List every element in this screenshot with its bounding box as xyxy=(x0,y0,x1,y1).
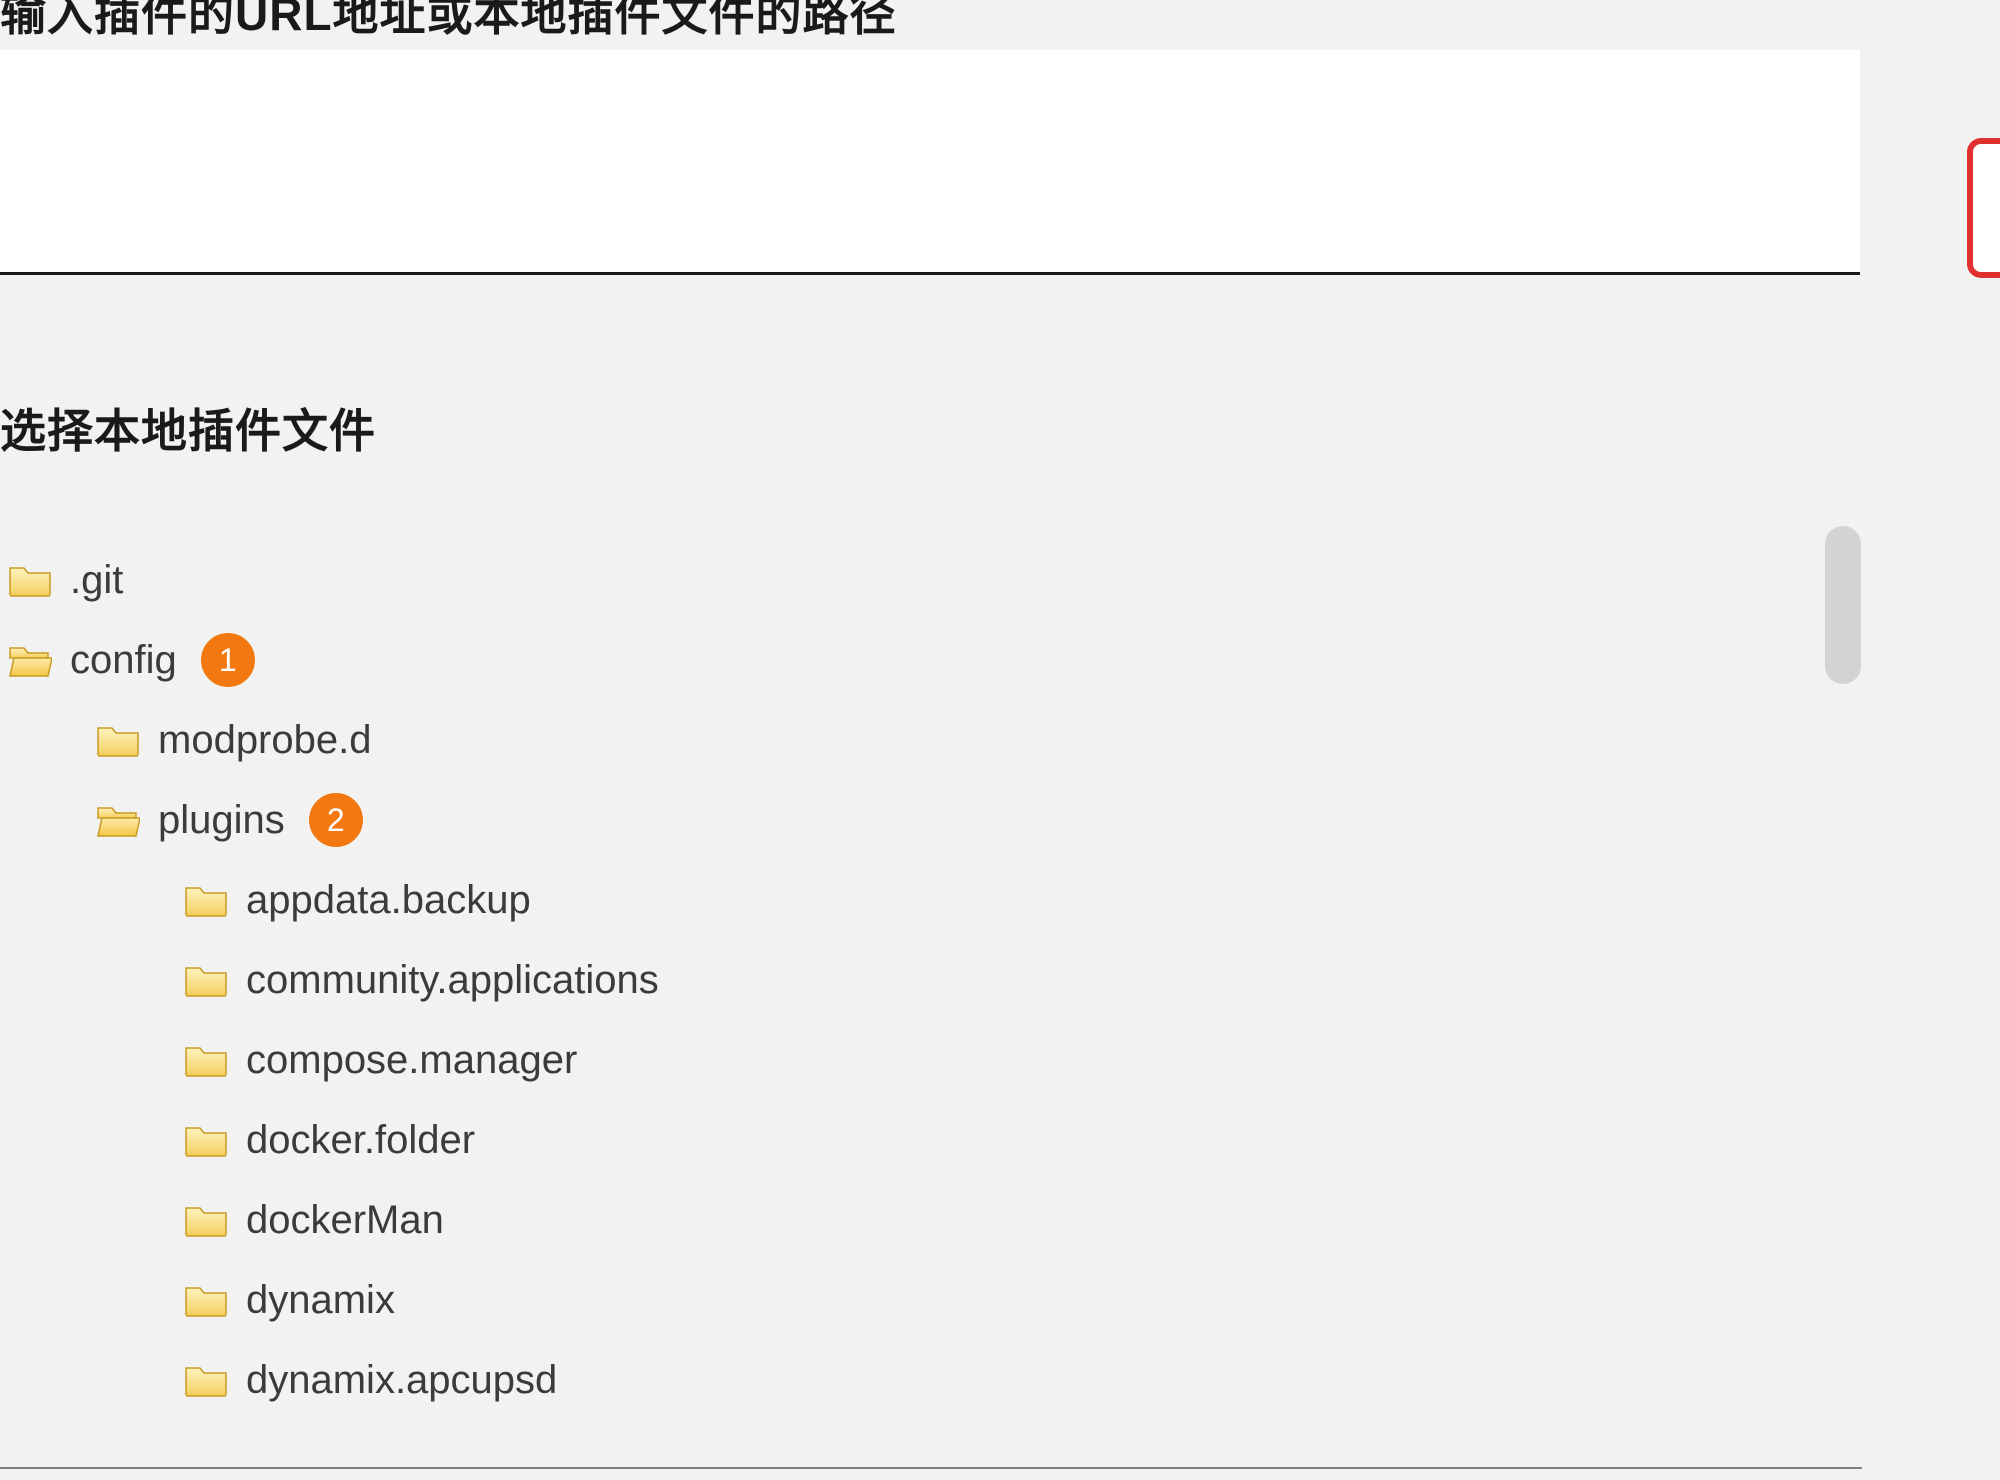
tree-item-community-applications[interactable]: community.applications xyxy=(8,940,1788,1020)
tree-item-label: config xyxy=(70,640,177,680)
annotation-badge-2: 2 xyxy=(309,793,363,847)
folder-closed-icon xyxy=(8,562,52,598)
tree-item-compose-manager[interactable]: compose.manager xyxy=(8,1020,1788,1100)
folder-closed-icon xyxy=(184,1202,228,1238)
tree-item-label: dockerMan xyxy=(246,1200,444,1240)
folder-closed-icon xyxy=(184,1122,228,1158)
tree-item-docker-folder[interactable]: docker.folder xyxy=(8,1100,1788,1180)
tree-item-label: plugins xyxy=(158,800,285,840)
folder-closed-icon xyxy=(184,1042,228,1078)
tree-item-modprobe-d[interactable]: modprobe.d xyxy=(8,700,1788,780)
tree-item-config[interactable]: config 1 xyxy=(8,620,1788,700)
file-tree: .git config 1 modprobe.d plugins 2 appdata.bac… xyxy=(8,540,1788,1420)
page-heading-url-prompt: 输入插件的URL地址或本地插件文件的路径 xyxy=(0,0,897,44)
tree-item-label: appdata.backup xyxy=(246,880,531,920)
tree-item-label: docker.folder xyxy=(246,1120,475,1160)
tree-scrollbar-thumb[interactable] xyxy=(1825,526,1861,684)
divider-line xyxy=(0,1467,1862,1469)
install-button-edge[interactable] xyxy=(1967,138,2000,278)
tree-item-label: .git xyxy=(70,560,123,600)
folder-open-icon xyxy=(8,642,52,678)
tree-item-dockerman[interactable]: dockerMan xyxy=(8,1180,1788,1260)
tree-item-label: modprobe.d xyxy=(158,720,371,760)
tree-item-appdata-backup[interactable]: appdata.backup xyxy=(8,860,1788,940)
folder-closed-icon xyxy=(184,1362,228,1398)
tree-item-label: community.applications xyxy=(246,960,659,1000)
folder-closed-icon xyxy=(184,1282,228,1318)
folder-closed-icon xyxy=(96,722,140,758)
tree-item-label: dynamix xyxy=(246,1280,395,1320)
plugin-url-input[interactable] xyxy=(0,50,1860,275)
tree-item-dynamix[interactable]: dynamix xyxy=(8,1260,1788,1340)
tree-item-dynamix-apcupsd[interactable]: dynamix.apcupsd xyxy=(8,1340,1788,1420)
tree-item-plugins[interactable]: plugins 2 xyxy=(8,780,1788,860)
folder-open-icon xyxy=(96,802,140,838)
tree-item--git[interactable]: .git xyxy=(8,540,1788,620)
tree-item-label: dynamix.apcupsd xyxy=(246,1360,557,1400)
folder-closed-icon xyxy=(184,962,228,998)
tree-item-label: compose.manager xyxy=(246,1040,577,1080)
section-heading-choose-local: 选择本地插件文件 xyxy=(0,395,376,461)
annotation-badge-1: 1 xyxy=(201,633,255,687)
folder-closed-icon xyxy=(184,882,228,918)
